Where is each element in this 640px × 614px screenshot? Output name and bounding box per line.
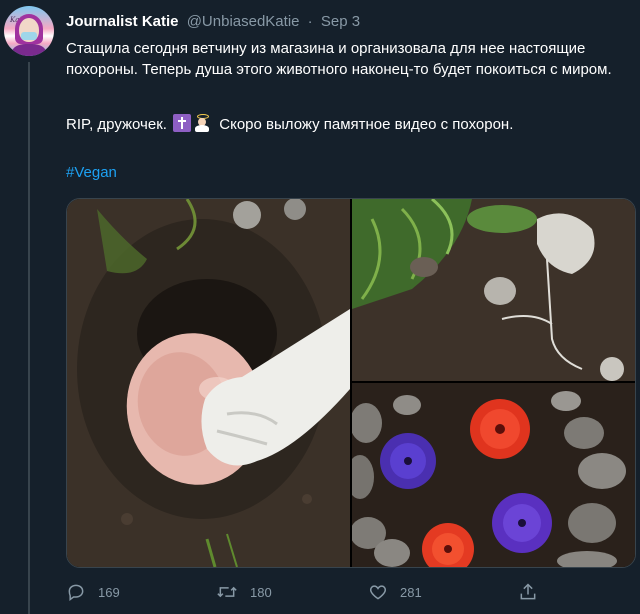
tweet-text-paragraph-3: #Vegan [66,162,626,183]
share-button[interactable] [518,578,550,606]
reply-icon [68,584,84,601]
tweet-header: Journalist Katie @UnbiasedKatie · Sep 3 [66,12,360,32]
video-announcement-text: Скоро выложу памятное видео с похорон. [219,116,514,133]
tweet-text-paragraph-2: RIP, дружочек. Скоро выложу памятное вид… [66,114,626,135]
hashtag-link[interactable]: #Vegan [66,164,117,181]
like-button[interactable]: 281 [368,578,422,606]
thread-line [28,62,30,614]
separator-dot: · [307,13,313,30]
avatar[interactable]: Katie [4,6,54,56]
latin-cross-emoji [173,114,192,132]
tweet-date[interactable]: Sep 3 [321,13,360,30]
like-count: 281 [400,584,422,600]
tweet-text-paragraph-1: Стащила сегодня ветчину из магазина и ор… [66,40,612,78]
action-bar: 169 180 281 [66,578,626,606]
flowers-stones-grave-photo[interactable] [352,383,635,567]
user-handle[interactable]: @UnbiasedKatie [187,13,300,30]
rip-text: RIP, дружочек. [66,116,167,133]
media-grid [66,198,636,568]
share-icon [520,583,536,600]
reply-count: 169 [98,584,120,600]
ham-in-hole-photo[interactable] [67,199,350,567]
reply-button[interactable]: 169 [66,578,120,606]
retweet-count: 180 [250,584,272,600]
retweet-icon [217,586,237,598]
covered-grave-photo[interactable] [352,199,635,381]
display-name[interactable]: Journalist Katie [66,13,179,30]
baby-angel-emoji [193,114,211,132]
retweet-button[interactable]: 180 [216,578,272,606]
tweet[interactable]: Katie Journalist Katie @UnbiasedKatie · … [0,0,640,614]
heart-icon [369,585,387,600]
